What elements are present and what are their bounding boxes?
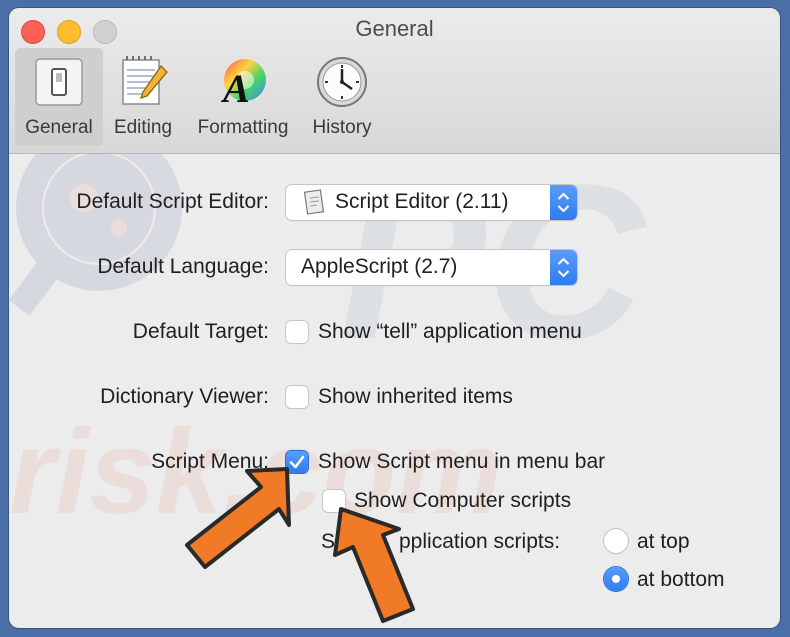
radio-at-top-label: at top	[637, 530, 690, 553]
dictionary-viewer-label: Dictionary Viewer:	[100, 385, 269, 408]
radio-at-bottom[interactable]	[604, 567, 628, 591]
checkmark-icon	[289, 455, 305, 469]
svg-text:A: A	[220, 66, 250, 108]
show-computer-scripts-checkbox[interactable]	[323, 490, 345, 512]
popup-stepper[interactable]	[550, 250, 577, 285]
notepad-pencil-icon	[122, 56, 168, 105]
show-script-menu-label: Show Script menu in menu bar	[318, 450, 606, 473]
radio-at-bottom-label: at bottom	[637, 568, 725, 591]
default-language-popup[interactable]: AppleScript (2.7)	[286, 250, 577, 285]
chevron-up-down-icon	[557, 257, 570, 278]
tab-editing-label: Editing	[113, 117, 173, 138]
popup-stepper[interactable]	[550, 185, 577, 220]
chevron-up-down-icon	[557, 192, 570, 213]
script-menu-label: Script Menu:	[151, 450, 269, 473]
application-scripts-label-start: S	[321, 530, 336, 553]
font-color-wheel-icon: A	[220, 59, 266, 108]
show-inherited-items-checkbox[interactable]	[286, 386, 308, 408]
tab-formatting[interactable]: A Formatting	[189, 48, 297, 146]
tab-general[interactable]: General	[15, 48, 103, 146]
default-script-editor-label: Default Script Editor:	[76, 190, 269, 213]
tab-general-label: General	[25, 117, 93, 138]
default-script-editor-value: Script Editor (2.11)	[335, 190, 509, 213]
default-script-editor-popup[interactable]: Script Editor (2.11)	[286, 185, 577, 220]
show-inherited-items-label: Show inherited items	[318, 385, 513, 408]
default-target-label: Default Target:	[132, 320, 269, 343]
show-tell-menu-checkbox[interactable]	[286, 321, 308, 343]
tab-editing[interactable]: Editing	[107, 48, 179, 146]
show-computer-scripts-label: Show Computer scripts	[354, 489, 572, 512]
application-scripts-label: pplication scripts:	[399, 530, 561, 553]
script-editor-app-icon	[303, 189, 325, 215]
switch-icon	[35, 58, 83, 106]
clock-icon	[317, 57, 367, 107]
annotation-arrow-2	[333, 507, 415, 623]
tab-history-label: History	[312, 117, 372, 138]
default-language-label: Default Language:	[97, 255, 269, 278]
default-language-value: AppleScript (2.7)	[301, 255, 458, 278]
tab-formatting-label: Formatting	[197, 117, 289, 138]
radio-at-top[interactable]	[604, 529, 628, 553]
window-title: General	[355, 16, 434, 41]
annotation-arrow-1	[185, 467, 291, 569]
title-bar: General General Editing A Formatting His…	[9, 8, 780, 154]
show-tell-menu-label: Show “tell” application menu	[318, 320, 582, 343]
preferences-window: risk.com PC General General Editing A Fo…	[9, 8, 780, 628]
tab-history[interactable]: History	[305, 48, 379, 146]
show-script-menu-checkbox[interactable]	[286, 451, 308, 473]
